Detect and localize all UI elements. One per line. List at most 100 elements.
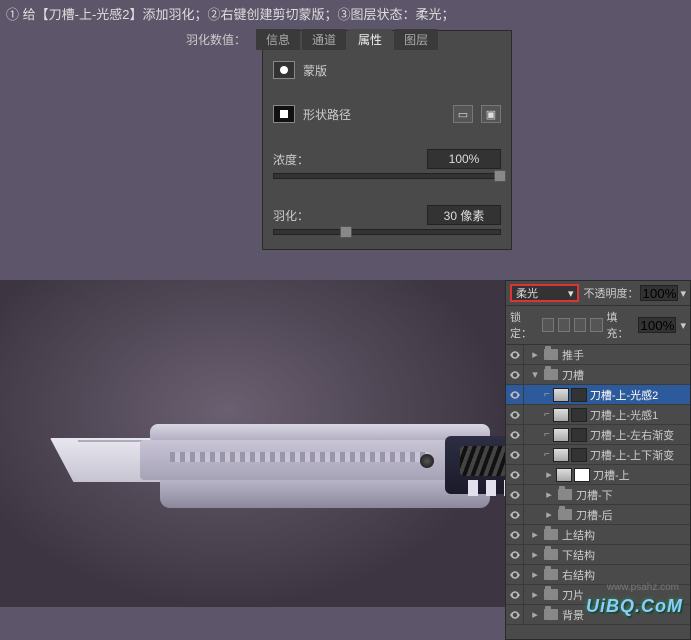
lock-position-icon[interactable] <box>574 318 586 332</box>
visibility-eye-icon[interactable] <box>506 465 524 484</box>
layer-thumbnail[interactable] <box>553 408 569 422</box>
feather-header-row: 羽化数值： 信息 通道 属性 图层 <box>180 27 691 52</box>
shape-swatch[interactable] <box>273 105 295 123</box>
disclosure-triangle-icon[interactable]: ▸ <box>530 568 540 581</box>
lock-transparency-icon[interactable] <box>542 318 554 332</box>
visibility-eye-icon[interactable] <box>506 345 524 364</box>
chevron-down-icon[interactable]: ▾ <box>680 319 686 332</box>
disclosure-triangle-icon[interactable]: ▸ <box>530 528 540 541</box>
tab-info[interactable]: 信息 <box>256 29 300 50</box>
density-row: 浓度： <box>273 149 501 169</box>
layer-name[interactable]: 刀槽-上-上下渐变 <box>590 447 686 463</box>
folder-icon <box>544 529 558 540</box>
layer-thumbnail[interactable] <box>553 388 569 402</box>
visibility-eye-icon[interactable] <box>506 565 524 584</box>
clip-mask-indicator-icon: ⌐ <box>544 429 550 440</box>
mask-thumbnail[interactable] <box>571 388 587 402</box>
disclosure-triangle-icon[interactable]: ▸ <box>544 468 554 481</box>
layer-name[interactable]: 刀槽-后 <box>576 507 686 523</box>
visibility-eye-icon[interactable] <box>506 385 524 404</box>
layer-row[interactable]: ⌐刀槽-上-上下渐变 <box>506 445 690 465</box>
layer-name[interactable]: 右结构 <box>562 567 686 583</box>
feather-slider[interactable] <box>273 229 501 235</box>
layer-name[interactable]: 推手 <box>562 347 686 363</box>
layers-lock-row: 锁定： 填充： ▾ <box>506 306 690 345</box>
disclosure-triangle-icon[interactable]: ▸ <box>530 348 540 361</box>
fill-input[interactable] <box>638 317 676 333</box>
visibility-eye-icon[interactable] <box>506 545 524 564</box>
lock-all-icon[interactable] <box>590 318 602 332</box>
shape-label: 形状路径 <box>303 106 351 123</box>
tab-layers[interactable]: 图层 <box>394 29 438 50</box>
layer-row[interactable]: ⌐ 刀槽-上-左右渐变 <box>506 425 690 445</box>
properties-panel: 蒙版 形状路径 ▭ ▣ 浓度： 羽化： <box>262 30 512 250</box>
disclosure-triangle-icon[interactable]: ▸ <box>530 548 540 561</box>
layer-row[interactable]: ⌐刀槽-上-光感2 <box>506 385 690 405</box>
layer-thumbnail[interactable] <box>553 448 569 462</box>
layer-group-row[interactable]: ▸ 上结构 <box>506 525 690 545</box>
visibility-eye-icon[interactable] <box>506 445 524 464</box>
folder-icon <box>544 569 558 580</box>
tab-properties[interactable]: 属性 <box>348 29 392 50</box>
visibility-eye-icon[interactable] <box>506 405 524 424</box>
watermark-small: www.psahz.com <box>607 582 679 593</box>
mask-thumbnail[interactable] <box>574 468 590 482</box>
panel-tabs: 信息 通道 属性 图层 <box>256 29 438 50</box>
visibility-eye-icon[interactable] <box>506 525 524 544</box>
mask-row: 蒙版 <box>273 57 501 83</box>
disclosure-triangle-icon[interactable]: ▸ <box>530 588 540 601</box>
mask-thumbnail[interactable] <box>571 448 587 462</box>
layers-top-row: 柔光▾ 不透明度： ▾ <box>506 281 690 306</box>
layer-group-row[interactable]: ▸ 下结构 <box>506 545 690 565</box>
layer-name[interactable]: 刀槽-上-左右渐变 <box>590 427 686 443</box>
visibility-eye-icon[interactable] <box>506 505 524 524</box>
mask-icon[interactable] <box>273 61 295 79</box>
layer-name[interactable]: 刀槽 <box>562 367 686 383</box>
folder-icon <box>558 489 572 500</box>
watermark: UiBQ.CoM <box>586 596 683 617</box>
opacity-input[interactable] <box>640 285 678 301</box>
layer-row[interactable]: ▸ 刀槽-上 <box>506 465 690 485</box>
layer-group-row[interactable]: ▸ 推手 <box>506 345 690 365</box>
disclosure-triangle-icon[interactable]: ▸ <box>544 488 554 501</box>
opacity-control: 不透明度： ▾ <box>583 285 686 301</box>
visibility-eye-icon[interactable] <box>506 605 524 624</box>
feather-input[interactable] <box>427 205 501 225</box>
canvas-preview[interactable] <box>0 280 505 607</box>
mask-label: 蒙版 <box>303 62 327 79</box>
feather-label: 羽化数值： <box>186 31 246 48</box>
layer-name[interactable]: 刀槽-下 <box>576 487 686 503</box>
visibility-eye-icon[interactable] <box>506 485 524 504</box>
align-edges-icon[interactable]: ▣ <box>481 105 501 123</box>
disclosure-triangle-icon[interactable]: ▾ <box>530 368 540 381</box>
disclosure-triangle-icon[interactable]: ▸ <box>544 508 554 521</box>
mask-thumbnail[interactable] <box>571 408 587 422</box>
layer-name[interactable]: 刀槽-上-光感2 <box>590 387 686 403</box>
opacity-label: 不透明度： <box>583 285 638 301</box>
mask-thumbnail[interactable] <box>571 428 587 442</box>
tab-channels[interactable]: 通道 <box>302 29 346 50</box>
layer-name[interactable]: 下结构 <box>562 547 686 563</box>
layer-thumbnail[interactable] <box>556 468 572 482</box>
blend-mode-select[interactable]: 柔光▾ <box>510 284 579 302</box>
layer-name[interactable]: 刀槽-上 <box>593 467 686 483</box>
visibility-eye-icon[interactable] <box>506 425 524 444</box>
instruction-text: ① 给【刀槽-上-光感2】添加羽化；②右键创建剪切蒙版；③图层状态：柔光； <box>0 0 691 27</box>
layer-group-row[interactable]: ▾ 刀槽 <box>506 365 690 385</box>
density-slider[interactable] <box>273 173 501 179</box>
layer-thumbnail[interactable] <box>553 428 569 442</box>
layer-row[interactable]: ⌐ 刀槽-上-光感1 <box>506 405 690 425</box>
layer-name[interactable]: 上结构 <box>562 527 686 543</box>
layer-group-row[interactable]: ▸ 刀槽-后 <box>506 505 690 525</box>
path-operations-icon[interactable]: ▭ <box>453 105 473 123</box>
disclosure-triangle-icon[interactable]: ▸ <box>530 608 540 621</box>
visibility-eye-icon[interactable] <box>506 585 524 604</box>
lock-pixels-icon[interactable] <box>558 318 570 332</box>
folder-icon <box>544 609 558 620</box>
density-input[interactable] <box>427 149 501 169</box>
layer-group-row[interactable]: ▸ 刀槽-下 <box>506 485 690 505</box>
chevron-down-icon[interactable]: ▾ <box>680 287 686 300</box>
layer-name[interactable]: 刀槽-上-光感1 <box>590 407 686 423</box>
visibility-eye-icon[interactable] <box>506 365 524 384</box>
clip-mask-indicator-icon: ⌐ <box>544 409 550 420</box>
